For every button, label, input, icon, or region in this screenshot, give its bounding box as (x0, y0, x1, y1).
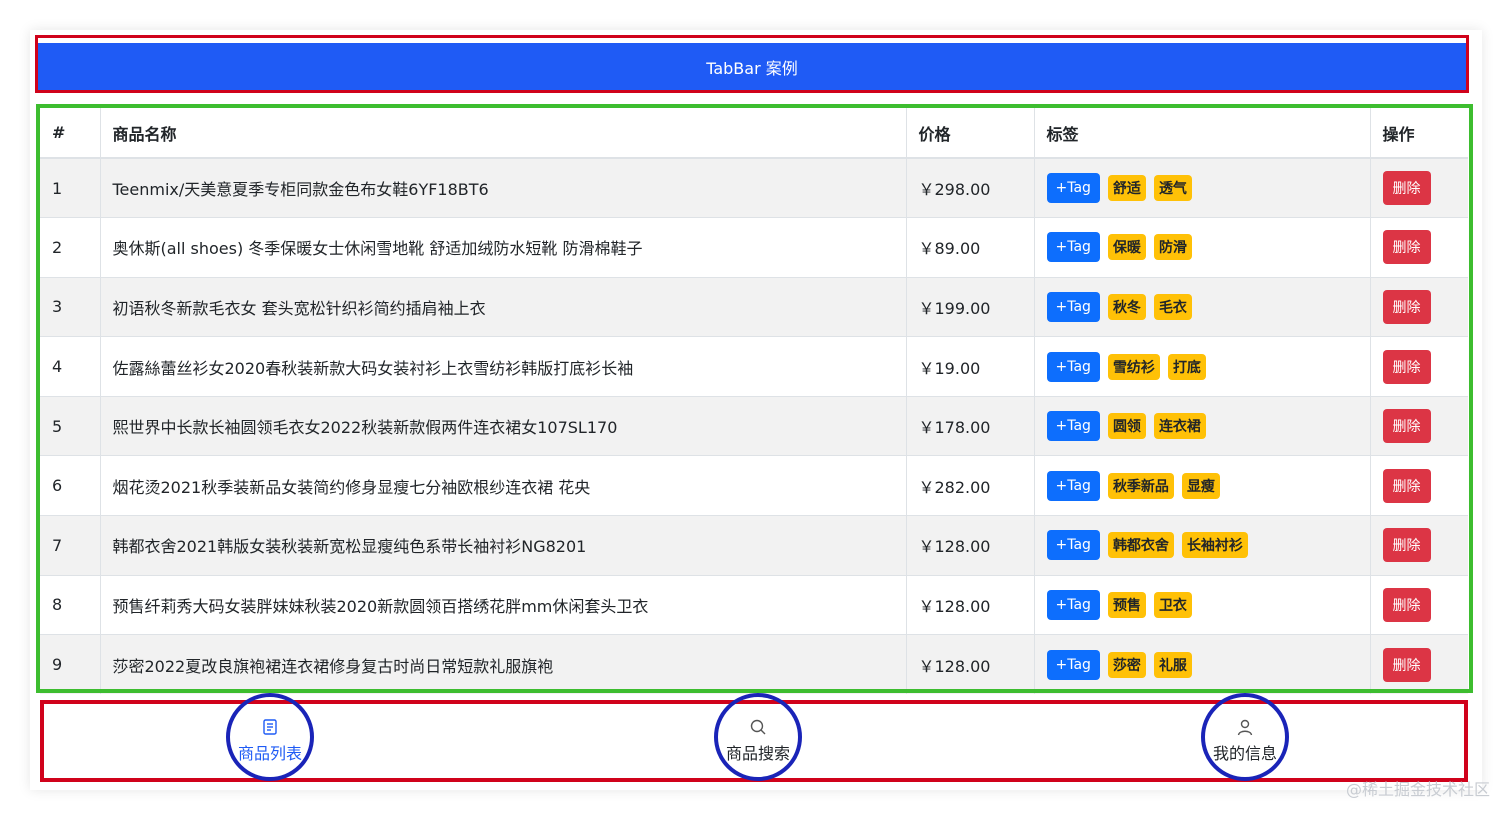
tab-annotation-circle (1201, 693, 1289, 781)
watermark: @稀土掘金技术社区 (1345, 780, 1490, 799)
tab-annotation-circle (714, 693, 802, 781)
tab-annotation-circle (226, 693, 314, 781)
header-annotation-box (35, 35, 1469, 93)
table-annotation-box (36, 104, 1473, 693)
